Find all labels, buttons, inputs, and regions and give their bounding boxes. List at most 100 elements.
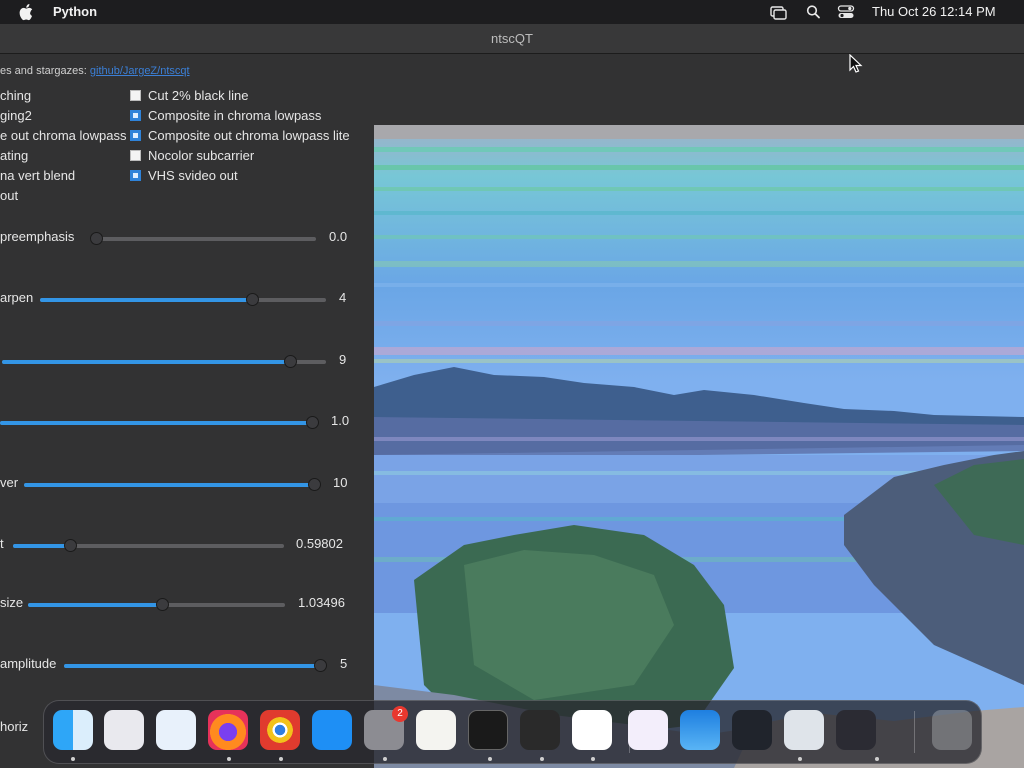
dock-separator <box>914 711 915 753</box>
trash-icon[interactable] <box>932 710 972 750</box>
slider-value-1: 4 <box>339 290 347 305</box>
finder-icon[interactable] <box>53 710 93 750</box>
running-indicator <box>71 757 75 761</box>
slider-fill <box>13 544 70 548</box>
slider-label-6: size <box>0 595 24 610</box>
checkbox[interactable] <box>130 170 141 181</box>
checkbox-row-4[interactable]: VHS svideo out <box>130 168 238 183</box>
running-indicator <box>875 757 879 761</box>
checkbox-label: Composite in chroma lowpass <box>148 108 322 123</box>
running-indicator <box>591 757 595 761</box>
control-center-icon[interactable] <box>837 4 855 20</box>
slider-track-3[interactable] <box>0 416 319 429</box>
running-indicator <box>488 757 492 761</box>
menu-bar: Python Thu Oct 26 12:14 PM <box>0 0 1024 24</box>
mouse-cursor-icon <box>849 54 863 73</box>
checkbox-label-0[interactable]: ching <box>0 88 31 103</box>
dock: 2 <box>43 700 982 764</box>
main-content: es and stargazes: github/JargeZ/ntscqt c… <box>0 54 1024 768</box>
vscode-icon[interactable] <box>572 710 612 750</box>
garageband-icon[interactable] <box>520 710 560 750</box>
slider-handle[interactable] <box>308 478 321 491</box>
checkbox[interactable] <box>130 130 141 141</box>
slider-handle[interactable] <box>90 232 103 245</box>
firefox-icon[interactable] <box>208 710 248 750</box>
slider-label-partial: horiz <box>0 719 29 734</box>
checkbox-label-1[interactable]: ging2 <box>0 108 32 123</box>
istat-menus-icon[interactable] <box>836 710 876 750</box>
checkbox[interactable] <box>130 90 141 101</box>
quicktime-icon[interactable] <box>784 710 824 750</box>
slider-fill <box>28 603 162 607</box>
app-menu-name[interactable]: Python <box>53 4 97 19</box>
slider-track-1[interactable] <box>40 293 326 306</box>
checkbox-label-5[interactable]: out <box>0 188 18 203</box>
slider-value-2: 9 <box>339 352 347 367</box>
slider-value-6: 1.03496 <box>298 595 345 610</box>
slider-value-3: 1.0 <box>331 413 350 428</box>
checkbox-label: Cut 2% black line <box>148 88 249 103</box>
safari-icon[interactable] <box>156 710 196 750</box>
slider-track-0[interactable] <box>90 232 316 245</box>
slider-value-4: 10 <box>333 475 348 490</box>
github-link[interactable]: github/JargeZ/ntscqt <box>90 65 190 77</box>
slider-label-7: amplitude <box>0 656 57 671</box>
running-indicator <box>383 757 387 761</box>
visual-studio-icon[interactable] <box>628 710 668 750</box>
window-title-bar[interactable]: ntscQT <box>0 24 1024 54</box>
running-indicator <box>540 757 544 761</box>
slider-handle[interactable] <box>306 416 319 429</box>
slider-handle[interactable] <box>63 539 77 552</box>
landscape-preview-svg <box>374 125 1024 768</box>
slider-value-0: 0.0 <box>329 229 348 244</box>
slider-handle[interactable] <box>155 598 169 611</box>
slider-label-1: arpen <box>0 290 34 305</box>
slider-value-5: 0.59802 <box>296 536 343 551</box>
checkbox-label: Composite out chroma lowpass lite <box>148 128 350 143</box>
checkbox-row-0[interactable]: Cut 2% black line <box>130 88 248 103</box>
slider-fill <box>24 483 320 487</box>
screen-mirroring-icon[interactable] <box>769 4 787 20</box>
checkbox[interactable] <box>130 150 141 161</box>
running-indicator <box>798 757 802 761</box>
launchpad-icon[interactable] <box>104 710 144 750</box>
checkbox-label: Nocolor subcarrier <box>148 148 255 163</box>
app-store-icon[interactable] <box>312 710 352 750</box>
preview-image <box>374 125 1024 768</box>
running-indicator <box>279 757 283 761</box>
checkbox-label-4[interactable]: na vert blend <box>0 168 75 183</box>
slider-track-6[interactable] <box>28 598 285 611</box>
rocket-icon[interactable] <box>732 710 772 750</box>
slider-value-7: 5 <box>340 656 348 671</box>
info-prefix: es and stargazes: <box>0 65 90 77</box>
slider-track-2[interactable] <box>2 355 326 368</box>
checkbox-row-2[interactable]: Composite out chroma lowpass lite <box>130 128 350 143</box>
weather-icon[interactable] <box>680 710 720 750</box>
slider-track-5[interactable] <box>13 539 284 552</box>
info-text: es and stargazes: github/JargeZ/ntscqt <box>0 65 190 77</box>
dock-separator <box>629 711 630 753</box>
checkbox-label-2[interactable]: e out chroma lowpass <box>0 128 126 143</box>
checkbox-label-3[interactable]: ating <box>0 148 28 163</box>
slider-handle[interactable] <box>284 355 298 368</box>
slider-handle[interactable] <box>245 293 259 306</box>
textedit-icon[interactable] <box>416 710 456 750</box>
checkbox[interactable] <box>130 110 141 121</box>
slider-handle[interactable] <box>314 659 327 672</box>
slider-track-7[interactable] <box>64 659 327 672</box>
slider-fill <box>64 664 326 668</box>
running-indicator <box>227 757 231 761</box>
menu-bar-clock[interactable]: Thu Oct 26 12:14 PM <box>872 4 996 19</box>
slider-track-4[interactable] <box>24 478 321 491</box>
apple-logo-icon[interactable] <box>19 3 35 21</box>
spotlight-search-icon[interactable] <box>805 4 823 20</box>
checkbox-row-3[interactable]: Nocolor subcarrier <box>130 148 254 163</box>
terminal-icon[interactable] <box>468 710 508 750</box>
checkbox-row-1[interactable]: Composite in chroma lowpass <box>130 108 321 123</box>
slider-fill <box>2 360 291 364</box>
slider-label-5: t <box>0 536 4 551</box>
slider-fill <box>40 298 252 302</box>
chrome-icon[interactable] <box>260 710 300 750</box>
window-title: ntscQT <box>491 31 533 46</box>
checkbox-label: VHS svideo out <box>148 168 238 183</box>
